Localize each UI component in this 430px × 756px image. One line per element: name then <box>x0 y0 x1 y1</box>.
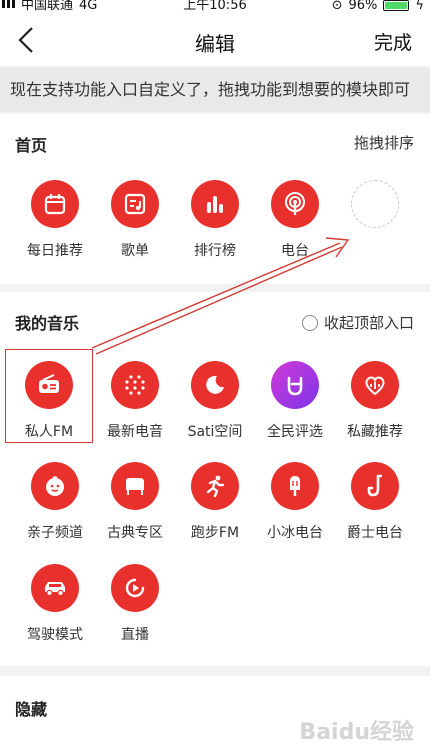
calendar-icon <box>31 180 79 228</box>
collapse-top-entry-toggle[interactable]: 收起顶部入口 <box>301 312 414 333</box>
hidden-section-title: 隐藏 <box>15 700 48 719</box>
tile-xiaoice-radio[interactable]: 小冰电台 <box>255 462 335 542</box>
tile-ranking[interactable]: 排行榜 <box>175 180 255 260</box>
tile-kids-channel[interactable]: 亲子频道 <box>15 462 95 542</box>
my-music-section-title: 我的音乐 <box>15 314 80 333</box>
playlist-icon <box>111 180 159 228</box>
empty-drop-slot[interactable] <box>335 180 415 228</box>
tile-private-picks[interactable]: 私藏推荐 <box>335 361 415 441</box>
hidden-section: 隐藏 Baidu经验 <box>0 676 430 756</box>
tile-label: 亲子频道 <box>27 525 83 541</box>
saxophone-icon <box>351 462 399 510</box>
drag-sort-button[interactable]: 拖拽排序 <box>354 132 414 153</box>
tile-label: 爵士电台 <box>347 525 403 541</box>
tip-banner: 现在支持功能入口自定义了，拖拽功能到想要的模块即可 <box>0 68 430 112</box>
my-music-section: 我的音乐 收起顶部入口 私人FM 最新电音 Sati空间 全民评选 私藏推荐 亲… <box>0 292 430 666</box>
dots-grid-icon <box>111 361 159 409</box>
tile-public-vote[interactable]: 全民评选 <box>255 361 335 441</box>
piano-icon <box>111 462 159 510</box>
tile-new-edm[interactable]: 最新电音 <box>95 361 175 441</box>
nav-bar: 编辑 完成 <box>0 14 430 66</box>
rock-hand-icon <box>271 361 319 409</box>
battery-icon <box>383 0 410 11</box>
status-right: ⊙ 96% ϟ <box>332 0 424 12</box>
collapse-toggle-label: 收起顶部入口 <box>323 314 414 332</box>
highlight-annotation-box <box>5 349 93 443</box>
baby-face-icon <box>31 462 79 510</box>
tile-live[interactable]: 直播 <box>95 564 175 644</box>
battery-percent: 96% <box>348 0 378 13</box>
tile-label: 小冰电台 <box>267 525 323 541</box>
tile-daily-recommend[interactable]: 每日推荐 <box>15 180 95 260</box>
empty-slot-icon <box>351 180 399 228</box>
tile-label: 古典专区 <box>107 525 163 541</box>
tile-label: 全民评选 <box>267 424 323 440</box>
tile-sati-space[interactable]: Sati空间 <box>175 361 255 441</box>
tile-playlist[interactable]: 歌单 <box>95 180 175 260</box>
tile-label: 直播 <box>121 627 149 643</box>
tile-label: 排行榜 <box>194 243 236 259</box>
orientation-lock-icon: ⊙ <box>331 0 343 13</box>
moon-icon <box>191 361 239 409</box>
tile-driving-mode[interactable]: 驾驶模式 <box>15 564 95 644</box>
tile-label: 电台 <box>281 243 309 259</box>
tile-label: 歌单 <box>121 243 149 259</box>
tile-classical[interactable]: 古典专区 <box>95 462 175 542</box>
home-section-title: 首页 <box>15 136 48 155</box>
tile-label: 跑步FM <box>190 525 240 541</box>
tile-label: 驾驶模式 <box>27 627 83 643</box>
home-section: 首页 拖拽排序 每日推荐 歌单 排行榜 电台 <box>0 114 430 284</box>
live-play-icon <box>111 564 159 612</box>
car-icon <box>31 564 79 612</box>
done-button[interactable]: 完成 <box>374 28 412 55</box>
podcast-icon <box>271 180 319 228</box>
heart-wave-icon <box>351 361 399 409</box>
status-bar: 中国联通 4G 上午10:56 ⊙ 96% ϟ <box>0 0 430 14</box>
tile-label: 私藏推荐 <box>347 424 403 440</box>
radio-icon <box>301 314 318 331</box>
watermark: Baidu经验 <box>299 720 414 745</box>
bar-chart-icon <box>191 180 239 228</box>
page-title: 编辑 <box>195 32 235 56</box>
running-person-icon <box>191 462 239 510</box>
tile-label: 每日推荐 <box>27 243 83 259</box>
tile-label: 最新电音 <box>107 424 163 440</box>
popsicle-icon <box>271 462 319 510</box>
charging-icon: ϟ <box>415 0 424 13</box>
tile-radio[interactable]: 电台 <box>255 180 335 260</box>
tile-jazz-radio[interactable]: 爵士电台 <box>335 462 415 542</box>
tile-label: Sati空间 <box>187 424 243 440</box>
tile-running-fm[interactable]: 跑步FM <box>175 462 255 542</box>
